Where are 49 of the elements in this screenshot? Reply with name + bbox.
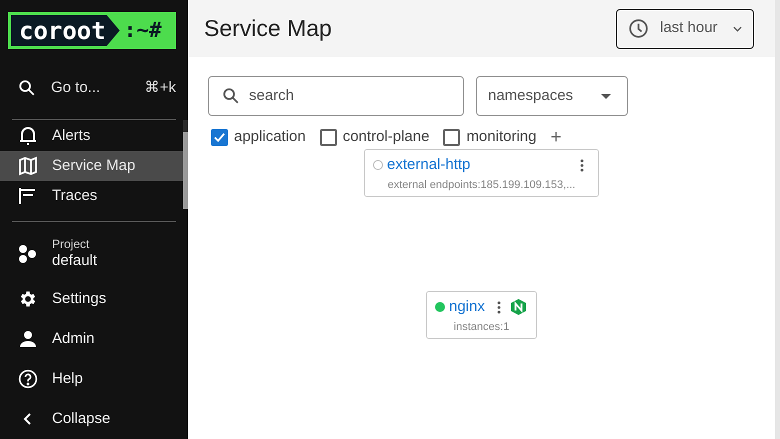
checkmark-icon [213,130,226,144]
namespace-checkbox[interactable]: monitoring [443,126,536,148]
service-node[interactable]: nginx instances:1 [426,291,537,339]
project-switcher[interactable]: Project default [0,234,188,273]
person-icon [18,329,38,349]
coroot-logo[interactable]: coroot :~# [8,12,176,49]
dots-cluster-icon [18,244,38,264]
search-field[interactable]: search [208,76,464,116]
add-namespace-button[interactable]: + [550,128,562,146]
page-title: Service Map [204,14,332,44]
settings-icon [18,289,38,309]
dropdown-arrow-icon [601,94,611,98]
nav-item[interactable]: Collapse [0,399,188,439]
scrollbar[interactable] [775,0,780,439]
namespace-checkbox[interactable]: control-plane [320,126,430,148]
scrollbar[interactable] [183,120,188,210]
service-name[interactable]: external-http [387,154,470,176]
service-details: external endpoints:185.199.109.153,... [388,178,576,192]
nav-item[interactable]: Help [0,359,188,399]
service-node[interactable]: external-http external endpoints:185.199.109.153,... [364,149,599,197]
namespace-checkbox[interactable]: application [211,126,306,148]
shortcut-hint: ⌘+k [144,78,176,98]
help-icon [18,369,38,389]
time-range-button[interactable]: last hour [616,8,754,48]
more-options-icon[interactable] [496,300,501,314]
search-icon [18,79,36,98]
search-input[interactable]: search [249,84,449,108]
more-options-icon[interactable] [580,158,584,172]
project-caption: Project [52,236,90,252]
goto-item[interactable]: Go to... ⌘+k [0,70,188,107]
map-icon [18,156,38,176]
hexagon-n-icon [510,299,526,316]
logo-prompt: :~# [124,20,162,41]
namespaces-dropdown[interactable]: namespaces [476,76,628,116]
search-icon [222,87,240,105]
nav-item[interactable]: Alerts [0,120,183,151]
clock-icon [628,18,649,39]
lines-icon [18,186,38,206]
caret-icon [733,26,742,32]
nav-item[interactable]: Admin [0,319,188,359]
service-details: instances:1 [454,320,510,334]
nav-item[interactable]: Traces [0,180,183,210]
logo-wordmark: coroot [19,18,106,42]
project-name: default [52,252,98,270]
goto-label: Go to... [51,78,100,98]
nav-item[interactable]: Settings [0,279,188,319]
nav-item[interactable]: Service Map [0,150,183,181]
service-name[interactable]: nginx [449,296,485,318]
bell-icon [18,126,38,146]
